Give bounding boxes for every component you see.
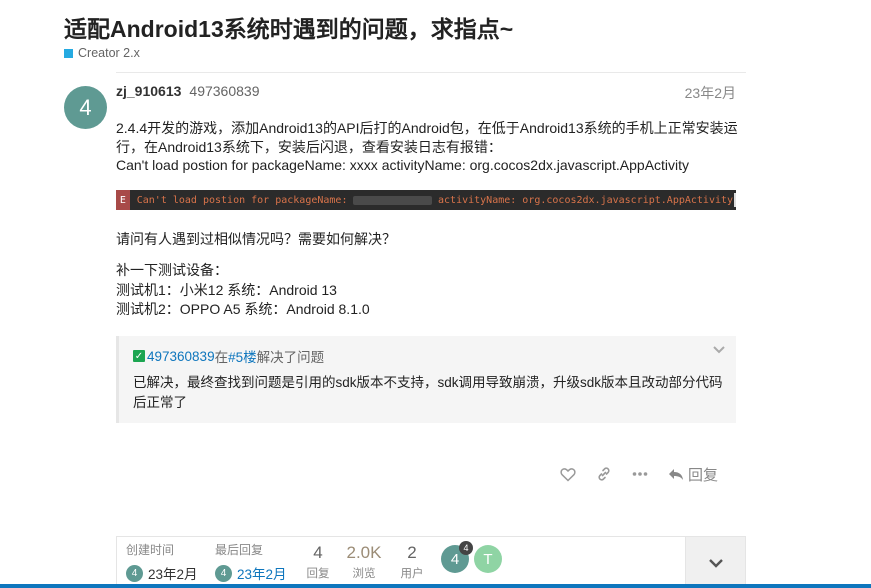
note-title: 补一下测试设备：: [116, 262, 228, 278]
user-id[interactable]: 497360839: [189, 83, 259, 99]
reply-label: 回复: [688, 466, 719, 484]
solution-header: ✓ 497360839 在 #5楼 解决了问题: [133, 346, 324, 366]
heart-icon: [560, 467, 576, 482]
log-text-end: activityName: org.cocos2dx.javascript.Ap…: [438, 194, 734, 206]
log-text-start: Can't load postion for packageName:: [136, 194, 348, 206]
solution-user-link[interactable]: 497360839: [147, 349, 215, 364]
avatar[interactable]: 4: [215, 564, 232, 582]
topic-title[interactable]: 适配Android13系统时遇到的问题，求指点~: [64, 10, 513, 44]
last-reply-info: 最后回复 4 23年2月: [215, 541, 287, 583]
users-label: 用户: [400, 568, 424, 580]
created-label: 创建时间: [126, 543, 175, 557]
last-reply-label: 最后回复: [215, 543, 264, 557]
avatar[interactable]: 4: [64, 86, 107, 129]
check-icon: ✓: [133, 350, 145, 362]
topic-map: 创建时间 4 23年2月 最后回复 4 23年2月 4 回复 2.0K 浏览 2…: [116, 536, 746, 588]
solution-floor-link[interactable]: #5楼: [228, 346, 257, 366]
last-reply-date[interactable]: 23年2月: [237, 563, 287, 583]
post-text-line: Can't load postion for packageName: xxxx…: [116, 157, 690, 173]
replies-count: 4: [313, 543, 323, 562]
participant-post-count: 4: [459, 541, 473, 555]
solution-suffix: 解决了问题: [256, 350, 325, 365]
participant-letter: 4: [450, 550, 460, 568]
category-color-square: [64, 48, 73, 58]
replies-label: 回复: [306, 568, 330, 580]
accepted-solution[interactable]: ✓ 497360839 在 #5楼 解决了问题 已解决，最终查找到问题是引用的s…: [116, 336, 736, 423]
device-notes: 补一下测试设备： 测试机1：小米12 系统：Android 13 测试机2：OP…: [116, 261, 370, 320]
solution-line: 后正常了: [133, 394, 187, 410]
share-link-button[interactable]: [596, 466, 612, 482]
chevron-down-icon: [708, 559, 723, 568]
post-date[interactable]: 23年2月: [685, 83, 736, 103]
created-info: 创建时间 4 23年2月: [126, 541, 198, 583]
created-date[interactable]: 23年2月: [148, 563, 198, 583]
avatar[interactable]: 4: [126, 564, 143, 582]
post-meta: zj_910613 497360839: [116, 83, 259, 99]
participant-avatar[interactable]: T: [474, 545, 502, 573]
users-count: 2: [407, 543, 417, 562]
username[interactable]: zj_910613: [116, 83, 181, 99]
chevron-down-icon[interactable]: [712, 342, 726, 358]
users-stat: 2 用户: [397, 543, 427, 581]
reply-icon: [669, 468, 683, 480]
replies-stat: 4 回复: [303, 543, 333, 581]
like-button[interactable]: [560, 467, 576, 482]
link-icon: [598, 467, 610, 481]
post-text-line: 2.4.4开发的游戏，添加Android13的API后打的Android包，在低…: [116, 120, 738, 136]
bottom-progress-bar: [0, 584, 871, 588]
views-stat: 2.0K 浏览: [343, 543, 385, 581]
post-text-line: 行，在Android13系统下，安装后闪退，查看安装日志有报错：: [116, 138, 502, 155]
post-body: 2.4.4开发的游戏，添加Android13的API后打的Android包，在低…: [116, 119, 738, 175]
note-line: 测试机1：小米12 系统：Android 13: [116, 281, 337, 298]
post-actions: 回复: [560, 462, 718, 486]
reply-button[interactable]: 回复: [668, 464, 718, 485]
category-badge[interactable]: Creator 2.x: [64, 46, 140, 60]
views-label: 浏览: [352, 568, 376, 580]
participant-letter: T: [483, 550, 493, 568]
category-label[interactable]: Creator 2.x: [78, 46, 140, 60]
error-badge: E: [116, 190, 130, 210]
views-count: 2.0K: [346, 543, 382, 562]
note-line: 测试机2：OPPO A5 系统：Android 8.1.0: [116, 301, 370, 317]
divider: [116, 72, 746, 73]
text-cursor: [734, 193, 736, 207]
redacted-region: [353, 195, 433, 205]
solution-at: 在: [214, 350, 229, 365]
ellipsis-icon: [632, 472, 648, 476]
participant-avatar[interactable]: 4 4: [441, 541, 473, 573]
expand-topic-map-button[interactable]: [685, 537, 745, 588]
error-log-screenshot: E Can't load postion for packageName: ac…: [116, 190, 736, 210]
more-button[interactable]: [632, 471, 648, 477]
post-question: 请问有人遇到过相似情况吗？需要如何解决？: [116, 231, 396, 247]
solution-text: 已解决，最终查找到问题是引用的sdk版本不支持，sdk调用导致崩溃，升级sdk版…: [133, 373, 733, 412]
solution-line: 已解决，最终查找到问题是引用的sdk版本不支持，sdk调用导致崩溃，升级sdk版…: [133, 375, 723, 390]
